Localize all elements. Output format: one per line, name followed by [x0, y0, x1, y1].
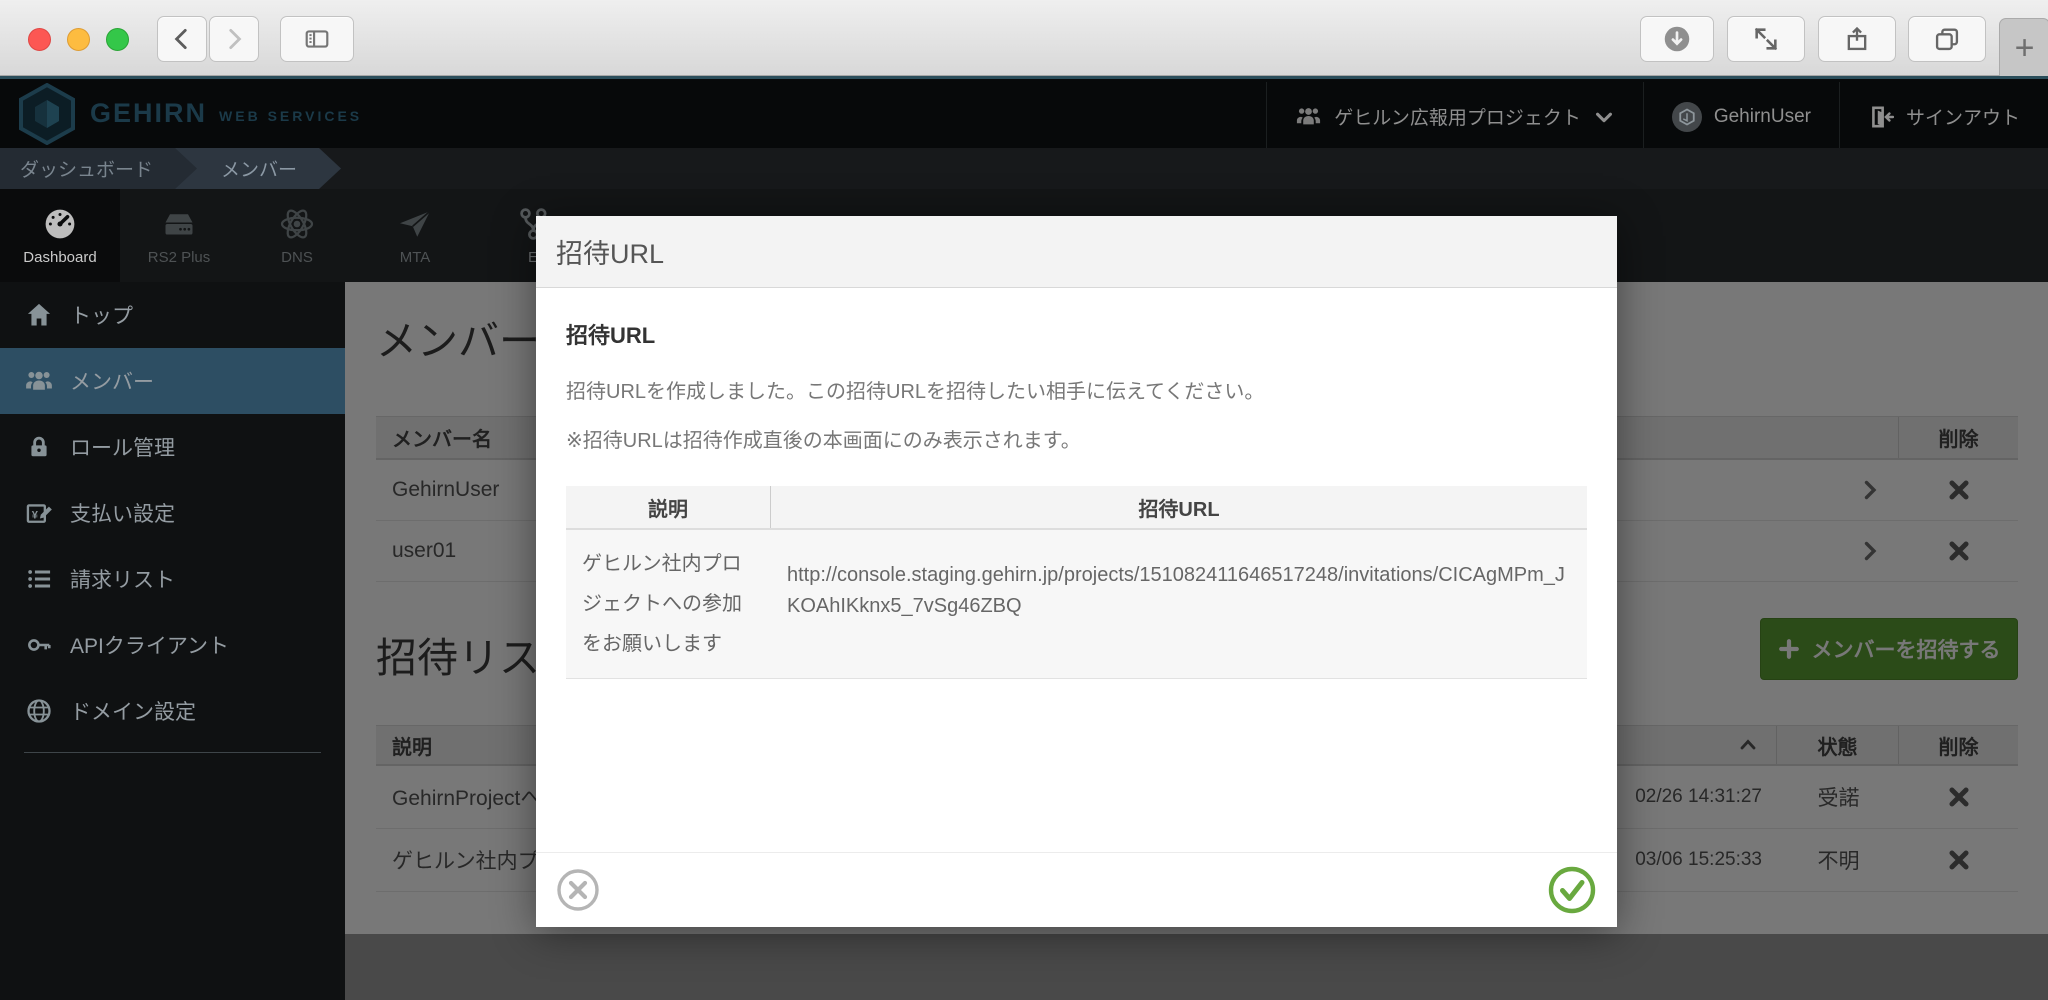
sidebar-item-roles[interactable]: ロール管理: [0, 414, 345, 480]
sidebar-item-api-clients[interactable]: APIクライアント: [0, 612, 345, 678]
service-dns[interactable]: DNS: [238, 189, 356, 282]
invite-description: ゲヒルン社内プロジェクトへの参加をお願いします: [582, 553, 742, 655]
sidebar-toggle-button[interactable]: [280, 16, 354, 62]
gauge-icon: [42, 206, 78, 242]
fullscreen-button[interactable]: [1727, 16, 1805, 62]
sidebar: トップ メンバー ロール管理 ¥ 支払い設定 請求リスト APIクライアント ド…: [0, 282, 345, 1000]
modal-footer: [536, 852, 1617, 927]
circle-x-icon: [556, 868, 600, 912]
modal-message-2: ※招待URLは招待作成直後の本画面にのみ表示されます。: [566, 430, 1081, 452]
service-label: Dashboard: [23, 248, 97, 266]
svg-text:¥: ¥: [32, 510, 39, 522]
new-tab-button[interactable]: +: [1999, 18, 2048, 76]
sidebar-label: 請求リスト: [70, 569, 175, 592]
forward-icon: [221, 26, 247, 52]
modal-heading: 招待URL: [566, 323, 656, 348]
window-minimize-button[interactable]: [67, 28, 90, 51]
share-icon: [1843, 25, 1871, 53]
breadcrumb: ダッシュボード メンバー: [0, 148, 2048, 189]
breadcrumb-dashboard[interactable]: ダッシュボード: [0, 148, 197, 189]
tab-overview-button[interactable]: [1908, 16, 1986, 62]
sidebar-item-payment[interactable]: ¥ 支払い設定: [0, 480, 345, 546]
project-switcher-label: ゲヒルン広報用プロジェクト: [1334, 108, 1581, 129]
atom-icon: [279, 206, 315, 242]
downloads-button[interactable]: [1640, 16, 1714, 62]
signout-button[interactable]: サインアウト: [1838, 82, 2048, 151]
sidebar-item-top[interactable]: トップ: [0, 282, 345, 348]
invite-url-row: ゲヒルン社内プロジェクトへの参加をお願いします http://console.s…: [566, 530, 1587, 678]
service-label: DNS: [281, 248, 313, 266]
key-icon: [24, 632, 54, 658]
app-header: GEHIRN WEB SERVICES ゲヒルン広報用プロジェクト Gehirn…: [0, 76, 2048, 151]
modal-message-1: 招待URLを作成しました。この招待URLを招待したい相手に伝えてください。: [566, 381, 1265, 403]
gehirn-hexagon-icon: [18, 82, 76, 145]
home-icon: [24, 301, 54, 329]
signout-label: サインアウト: [1905, 108, 2020, 129]
modal-cancel-button[interactable]: [556, 868, 600, 912]
project-switcher[interactable]: ゲヒルン広報用プロジェクト: [1266, 82, 1643, 151]
col-invite-url: 招待URL: [1138, 498, 1220, 521]
sidebar-label: 支払い設定: [70, 503, 175, 526]
sidebar-label: ドメイン設定: [70, 701, 196, 724]
sidebar-item-members[interactable]: メンバー: [0, 348, 345, 414]
sidebar-item-invoices[interactable]: 請求リスト: [0, 546, 345, 612]
col-description: 説明: [566, 486, 771, 528]
chevron-down-icon: [1593, 106, 1615, 128]
modal-title: 招待URL: [536, 216, 1617, 288]
tabs-icon: [1933, 25, 1961, 53]
users-icon: [24, 366, 54, 396]
plus-icon: +: [2014, 28, 2035, 67]
signout-icon: [1868, 104, 1894, 130]
brand-tagline: WEB SERVICES: [219, 108, 363, 124]
service-label: RS2 Plus: [147, 248, 211, 266]
user-avatar: [1671, 101, 1702, 132]
browser-toolbar: +: [0, 0, 2048, 76]
globe-icon: [24, 697, 54, 725]
sidebar-item-domains[interactable]: ドメイン設定: [0, 678, 345, 744]
service-dashboard[interactable]: Dashboard: [0, 189, 120, 282]
paper-plane-icon: [397, 206, 433, 242]
invite-url-table: 説明 招待URL ゲヒルン社内プロジェクトへの参加をお願いします http://…: [566, 486, 1587, 679]
brand-name: GEHIRN: [90, 98, 208, 128]
browser-window: + GEHIRN WEB SERVICES ゲヒルン広報用プロジェクト Gehi…: [0, 0, 2048, 1000]
back-icon: [169, 26, 195, 52]
service-label: MTA: [399, 248, 431, 266]
invite-url-modal: 招待URL 招待URL 招待URLを作成しました。この招待URLを招待したい相手…: [536, 216, 1617, 927]
window-close-button[interactable]: [28, 28, 51, 51]
invite-url-value[interactable]: http://console.staging.gehirn.jp/project…: [771, 530, 1587, 678]
share-button[interactable]: [1818, 16, 1896, 62]
user-menu[interactable]: GehirnUser: [1642, 82, 1839, 151]
service-rs2plus[interactable]: RS2 Plus: [120, 189, 238, 282]
forward-button[interactable]: [209, 16, 259, 62]
service-mta[interactable]: MTA: [356, 189, 474, 282]
server-icon: [161, 206, 197, 242]
sidebar-label: APIクライアント: [70, 635, 230, 658]
fullscreen-icon: [1752, 25, 1780, 53]
project-group-icon: [1295, 103, 1322, 130]
sidebar-toggle-icon: [302, 26, 332, 52]
sidebar-label: ロール管理: [70, 437, 175, 460]
user-name-label: GehirnUser: [1713, 105, 1811, 127]
sidebar-label: メンバー: [70, 371, 154, 394]
breadcrumb-label: ダッシュボード: [20, 160, 154, 181]
payment-settings-icon: ¥: [24, 499, 54, 527]
back-button[interactable]: [157, 16, 207, 62]
breadcrumb-members[interactable]: メンバー: [173, 148, 341, 189]
sidebar-divider: [24, 752, 321, 753]
circle-check-icon: [1547, 865, 1597, 915]
sidebar-label: トップ: [70, 305, 133, 328]
download-icon: [1663, 25, 1691, 53]
modal-confirm-button[interactable]: [1547, 865, 1597, 915]
lock-icon: [24, 434, 54, 460]
list-icon: [24, 565, 54, 593]
brand-logo[interactable]: GEHIRN WEB SERVICES: [18, 82, 363, 145]
breadcrumb-label: メンバー: [221, 160, 298, 181]
window-zoom-button[interactable]: [106, 28, 129, 51]
